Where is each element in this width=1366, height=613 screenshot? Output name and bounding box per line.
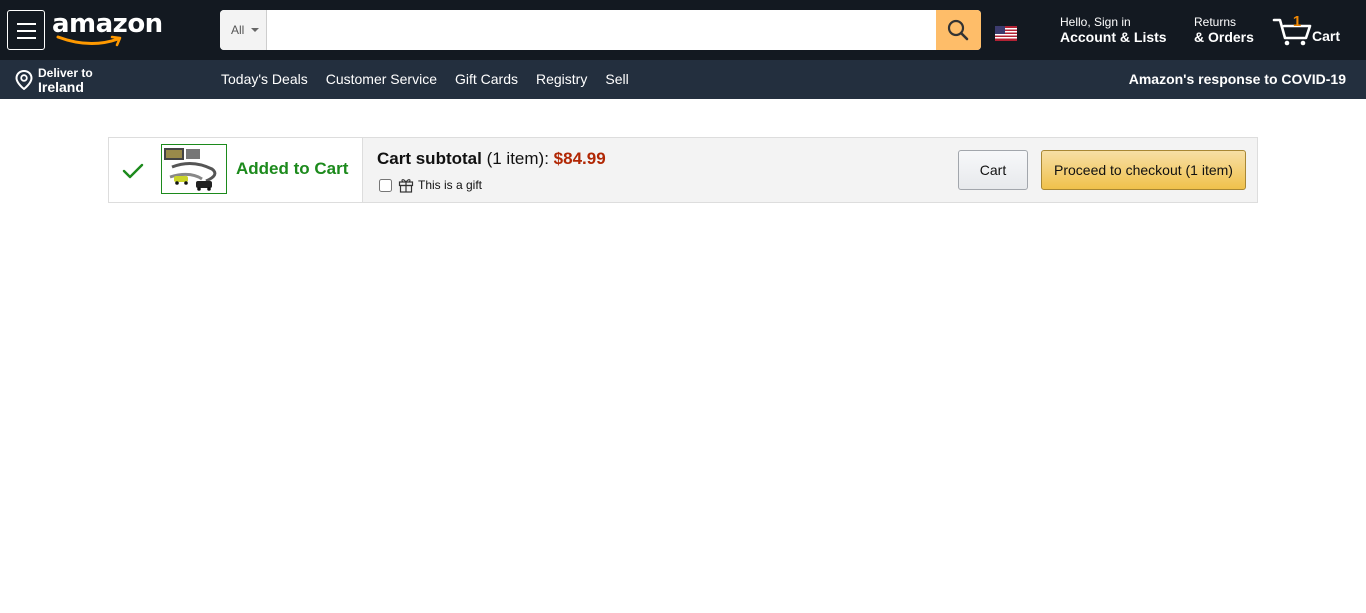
search-icon <box>947 19 969 41</box>
product-thumbnail[interactable] <box>161 144 227 194</box>
amazon-logo[interactable]: amazon <box>52 9 163 49</box>
hamburger-icon-bar <box>17 30 36 32</box>
department-label: All <box>231 23 245 37</box>
gift-checkbox[interactable] <box>379 179 392 192</box>
search-department-select[interactable]: All <box>220 10 267 50</box>
subtotal-label: Cart subtotal <box>377 149 482 168</box>
view-cart-button[interactable]: Cart <box>958 150 1028 190</box>
customer-service-link[interactable]: Customer Service <box>317 60 446 99</box>
gift-icon <box>398 179 414 193</box>
sub-nav: Deliver to Ireland Today's Deals Custome… <box>0 60 1366 99</box>
cart-subtotal: Cart subtotal (1 item): $84.99 <box>377 149 606 169</box>
added-to-cart-heading: Added to Cart <box>236 159 349 178</box>
gift-label: This is a gift <box>418 178 483 192</box>
deliver-to-label: Deliver to <box>38 66 93 80</box>
hamburger-icon <box>17 23 36 25</box>
location-pin-icon <box>15 70 33 90</box>
subtotal-price: $84.99 <box>553 149 606 168</box>
caret-down-icon <box>251 28 259 32</box>
subtotal-item-count: (1 item): <box>486 149 549 168</box>
menu-button[interactable] <box>7 10 45 50</box>
search-input[interactable] <box>268 10 936 50</box>
cart-link[interactable]: 1 Cart <box>1272 12 1344 48</box>
race-track-image <box>164 148 217 191</box>
subnav-links: Today's Deals Customer Service Gift Card… <box>212 60 638 99</box>
covid-response-link[interactable]: Amazon's response to COVID-19 <box>1129 71 1346 87</box>
deliver-country: Ireland <box>38 79 84 95</box>
account-menu[interactable]: Hello, Sign in Account & Lists <box>1060 15 1167 45</box>
added-to-cart-panel: Added to Cart Cart subtotal (1 item): $8… <box>108 137 1258 203</box>
orders-label: & Orders <box>1194 29 1254 45</box>
registry-link[interactable]: Registry <box>527 60 596 99</box>
us-flag-icon[interactable] <box>995 26 1017 41</box>
gift-cards-link[interactable]: Gift Cards <box>446 60 527 99</box>
checkmark-icon <box>122 163 144 179</box>
search-button[interactable] <box>936 10 981 50</box>
returns-label: Returns <box>1194 15 1237 29</box>
account-greeting: Hello, Sign in <box>1060 15 1131 29</box>
search-bar: All <box>220 10 981 50</box>
top-nav: amazon All Hello, Sign in Account & List… <box>0 0 1366 60</box>
todays-deals-link[interactable]: Today's Deals <box>212 60 317 99</box>
cart-label: Cart <box>1312 28 1341 44</box>
returns-orders-link[interactable]: Returns & Orders <box>1194 15 1254 45</box>
proceed-to-checkout-button[interactable]: Proceed to checkout (1 item) <box>1041 150 1246 190</box>
hamburger-icon-bar <box>17 37 36 39</box>
smile-icon <box>56 35 122 47</box>
account-lists-label: Account & Lists <box>1060 29 1167 45</box>
added-to-cart-confirmation: Added to Cart <box>109 138 363 202</box>
sell-link[interactable]: Sell <box>596 60 637 99</box>
cart-count-badge: 1 <box>1292 13 1302 30</box>
